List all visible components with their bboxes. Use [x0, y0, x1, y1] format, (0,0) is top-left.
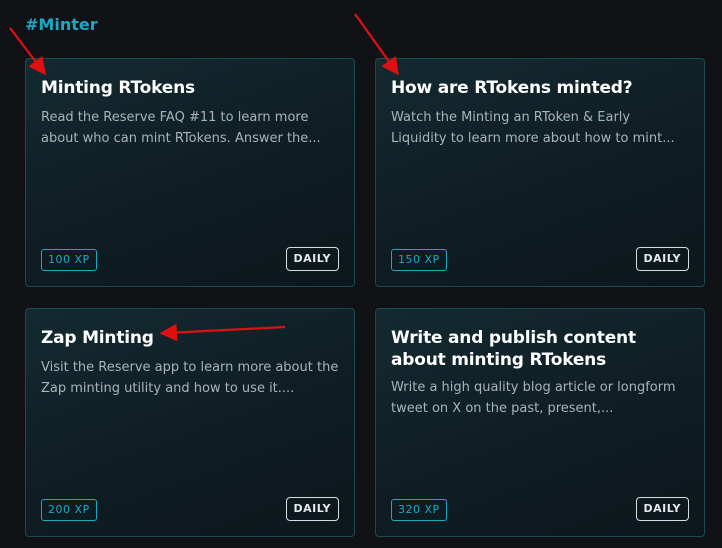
quest-card-how-rtokens-minted[interactable]: How are RTokens minted? Watch the Mintin… [375, 58, 705, 287]
quest-card-description: Visit the Reserve app to learn more abou… [41, 360, 339, 396]
quest-card-description: Watch the Minting an RToken & Early Liqu… [391, 110, 675, 146]
daily-badge: DAILY [635, 247, 689, 271]
xp-badge: 320 XP [391, 499, 447, 521]
xp-badge: 200 XP [41, 499, 97, 521]
xp-badge: 150 XP [391, 249, 447, 271]
daily-badge: DAILY [285, 247, 339, 271]
daily-badge: DAILY [285, 497, 339, 521]
quest-page: #Minter Minting RTokens Read the Reserve… [0, 0, 722, 548]
xp-badge: 100 XP [41, 249, 97, 271]
quest-card-title: Zap Minting [41, 328, 154, 348]
quest-card-zap-minting[interactable]: Zap Minting Visit the Reserve app to lea… [25, 308, 355, 537]
section-title: #Minter [25, 15, 98, 34]
daily-badge: DAILY [635, 497, 689, 521]
quest-card-title: Write and publish content about minting … [391, 328, 636, 370]
quest-card-write-publish-content[interactable]: Write and publish content about minting … [375, 308, 705, 537]
quest-card-title: Minting RTokens [41, 78, 195, 98]
quest-card-description: Write a high quality blog article or lon… [391, 380, 676, 416]
quest-card-minting-rtokens[interactable]: Minting RTokens Read the Reserve FAQ #11… [25, 58, 355, 287]
quest-card-title: How are RTokens minted? [391, 78, 633, 98]
quest-card-description: Read the Reserve FAQ #11 to learn more a… [41, 110, 321, 146]
